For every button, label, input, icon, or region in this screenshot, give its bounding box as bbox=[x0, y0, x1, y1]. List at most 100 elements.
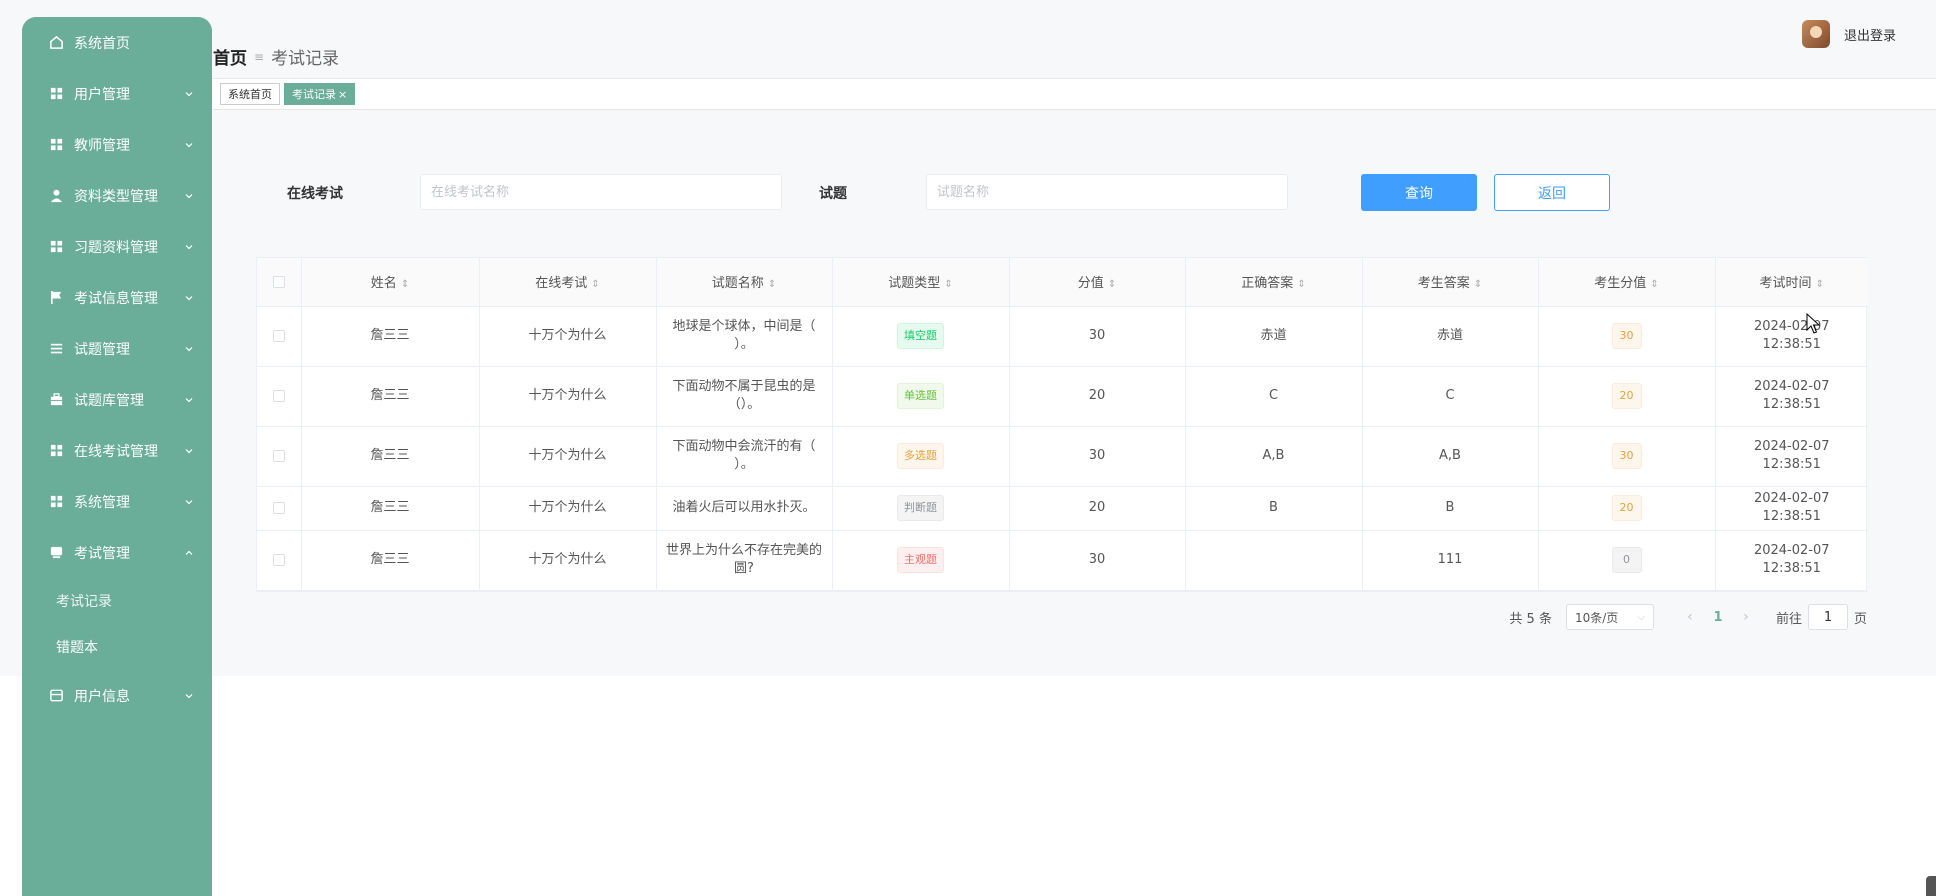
sidebar-item-10[interactable]: 考试管理 bbox=[22, 527, 212, 578]
cell-score: 30 bbox=[1009, 306, 1186, 367]
cell-question: 地球是个球体，中间是（ ）。 bbox=[656, 306, 833, 367]
type-badge: 主观题 bbox=[897, 547, 944, 573]
prev-page-icon[interactable]: ‹ bbox=[1676, 609, 1704, 625]
sort-icon[interactable]: ⇕ bbox=[1816, 279, 1824, 290]
column-header-5[interactable]: 正确答案 ⇕ bbox=[1185, 258, 1363, 307]
table-row[interactable]: 詹三三 十万个为什么 地球是个球体，中间是（ ）。 填空题 30 赤道 赤道 30 2024-0… bbox=[257, 306, 1868, 367]
logout-link[interactable]: 退出登录 bbox=[1844, 25, 1896, 44]
sidebar-item-3[interactable]: 资料类型管理 bbox=[22, 170, 212, 221]
tab-label: 系统首页 bbox=[228, 88, 272, 101]
column-header-8[interactable]: 考试时间 ⇕ bbox=[1715, 258, 1868, 307]
row-checkbox[interactable] bbox=[272, 501, 285, 514]
avatar[interactable] bbox=[1801, 20, 1830, 48]
chevron-down-icon bbox=[184, 89, 194, 99]
table-row[interactable]: 詹三三 十万个为什么 世界上为什么不存在完美的圆? 主观题 30 111 0 2024-02-… bbox=[257, 530, 1868, 591]
cell-question-text: 油着火后可以用水扑灭。 bbox=[672, 500, 816, 515]
table-header-row: 姓名 ⇕ 在线考试 ⇕ 试题名称 ⇕ 试题类型 ⇕ 分值 ⇕ 正确答案 ⇕ 考生答案 ⇕ 考生分值 ⇕ 考试时间… bbox=[257, 258, 1868, 307]
table-row[interactable]: 詹三三 十万个为什么 下面动物不属于昆虫的是（）。 单选题 20 C C 20 2024-02-… bbox=[257, 366, 1868, 427]
column-header-label: 试题名称 bbox=[711, 276, 764, 292]
sidebar-item-label: 教师管理 bbox=[74, 137, 130, 154]
user-area: 退出登录 bbox=[1801, 20, 1896, 48]
column-header-1[interactable]: 在线考试 ⇕ bbox=[479, 258, 657, 307]
sort-icon[interactable]: ⇕ bbox=[1474, 279, 1482, 290]
row-checkbox[interactable] bbox=[272, 553, 285, 566]
sidebar-item-label: 在线考试管理 bbox=[74, 443, 158, 460]
cell-name: 詹三三 bbox=[301, 426, 480, 487]
column-header-3[interactable]: 试题类型 ⇕ bbox=[832, 258, 1010, 307]
sidebar-item-8[interactable]: 在线考试管理 bbox=[22, 425, 212, 476]
sort-icon[interactable]: ⇕ bbox=[591, 279, 599, 290]
table-row[interactable]: 詹三三 十万个为什么 油着火后可以用水扑灭。 判断题 20 B B 20 2024-02-07 … bbox=[257, 486, 1868, 531]
column-header-7[interactable]: 考生分值 ⇕ bbox=[1538, 258, 1716, 307]
cell-student-score: 0 bbox=[1538, 530, 1716, 591]
sort-icon[interactable]: ⇕ bbox=[401, 279, 409, 290]
sidebar-item-2[interactable]: 教师管理 bbox=[22, 119, 212, 170]
sidebar-item-1[interactable]: 用户管理 bbox=[22, 68, 212, 119]
breadcrumb-current: 考试记录 bbox=[271, 49, 340, 69]
back-button[interactable]: 返回 bbox=[1494, 174, 1610, 211]
row-checkbox[interactable] bbox=[272, 389, 285, 402]
flag-icon bbox=[48, 290, 64, 306]
sidebar-item-label: 系统管理 bbox=[74, 494, 130, 511]
sidebar-item-5[interactable]: 考试信息管理 bbox=[22, 272, 212, 323]
sort-icon[interactable]: ⇕ bbox=[768, 279, 776, 290]
column-header-6[interactable]: 考生答案 ⇕ bbox=[1362, 258, 1539, 307]
sidebar-item-user-info[interactable]: 用户信息 bbox=[22, 670, 212, 721]
cell-student-answer-text: 111 bbox=[1437, 552, 1463, 567]
sidebar-item-4[interactable]: 习题资料管理 bbox=[22, 221, 212, 272]
cell-exam-time: 2024-02-07 12:38:51 bbox=[1715, 486, 1868, 531]
column-header-0[interactable]: 姓名 ⇕ bbox=[301, 258, 480, 307]
sidebar-item-0[interactable]: 系统首页 bbox=[22, 17, 212, 68]
sidebar-subitem-1[interactable]: 错题本 bbox=[22, 624, 212, 670]
cell-type: 判断题 bbox=[832, 486, 1010, 531]
sort-icon[interactable]: ⇕ bbox=[1297, 279, 1305, 290]
column-header-2[interactable]: 试题名称 ⇕ bbox=[656, 258, 833, 307]
sort-icon[interactable]: ⇕ bbox=[1108, 279, 1116, 290]
question-search-input[interactable] bbox=[926, 174, 1288, 210]
sort-icon[interactable]: ⇕ bbox=[944, 279, 952, 290]
chevron-down-icon bbox=[184, 140, 194, 150]
query-button[interactable]: 查询 bbox=[1361, 174, 1477, 211]
row-checkbox[interactable] bbox=[272, 329, 285, 342]
grid-icon bbox=[48, 239, 64, 255]
close-icon[interactable]: × bbox=[338, 88, 347, 101]
row-checkbox[interactable] bbox=[272, 449, 285, 462]
tab-1[interactable]: 考试记录 × bbox=[284, 83, 356, 105]
scroll-corner bbox=[1926, 876, 1936, 896]
cell-name: 詹三三 bbox=[301, 366, 480, 427]
page-number[interactable]: 1 bbox=[1704, 610, 1732, 625]
next-page-icon[interactable]: › bbox=[1732, 609, 1760, 625]
cell-score-text: 30 bbox=[1088, 328, 1106, 343]
cell-name: 詹三三 bbox=[301, 530, 480, 591]
goto-page-input[interactable]: 1 bbox=[1807, 604, 1848, 630]
breadcrumb-home[interactable]: 首页 bbox=[213, 44, 247, 69]
table-row[interactable]: 詹三三 十万个为什么 下面动物中会流汗的有（ ）。 多选题 30 A,B A,B 30 2024… bbox=[257, 426, 1868, 487]
cell-correct-answer-text: 赤道 bbox=[1260, 328, 1287, 343]
cell-exam-time: 2024-02-07 12:38:51 bbox=[1715, 366, 1868, 427]
tab-label: 考试记录 bbox=[292, 88, 336, 101]
exam-search-input[interactable] bbox=[420, 174, 782, 210]
card-icon bbox=[48, 688, 64, 704]
cell-student-answer: B bbox=[1362, 486, 1539, 531]
question-search-label: 试题 bbox=[819, 186, 847, 202]
sidebar-item-9[interactable]: 系统管理 bbox=[22, 476, 212, 527]
select-all-checkbox[interactable] bbox=[272, 275, 285, 288]
cell-student-answer-text: A,B bbox=[1439, 448, 1461, 463]
column-header-4[interactable]: 分值 ⇕ bbox=[1009, 258, 1186, 307]
cell-question-text: 下面动物不属于昆虫的是（）。 bbox=[672, 379, 816, 412]
tab-0[interactable]: 系统首页 bbox=[220, 83, 280, 105]
sidebar-item-6[interactable]: 试题管理 bbox=[22, 323, 212, 374]
exam-search-label: 在线考试 bbox=[287, 186, 343, 202]
sidebar-item-label: 系统首页 bbox=[74, 35, 130, 52]
sidebar-item-7[interactable]: 试题库管理 bbox=[22, 374, 212, 425]
type-badge: 填空题 bbox=[897, 323, 944, 349]
sidebar-item-label: 考试信息管理 bbox=[74, 290, 158, 307]
sidebar-subitem-0[interactable]: 考试记录 bbox=[22, 578, 212, 624]
cell-correct-answer bbox=[1185, 530, 1363, 591]
chevron-down-icon bbox=[184, 344, 194, 354]
cell-student-answer: 111 bbox=[1362, 530, 1539, 591]
page-size-select[interactable]: 10条/页 ⌵ bbox=[1565, 604, 1654, 630]
sort-icon[interactable]: ⇕ bbox=[1650, 279, 1658, 290]
score-badge: 20 bbox=[1611, 495, 1642, 521]
cell-student-answer: C bbox=[1362, 366, 1539, 427]
